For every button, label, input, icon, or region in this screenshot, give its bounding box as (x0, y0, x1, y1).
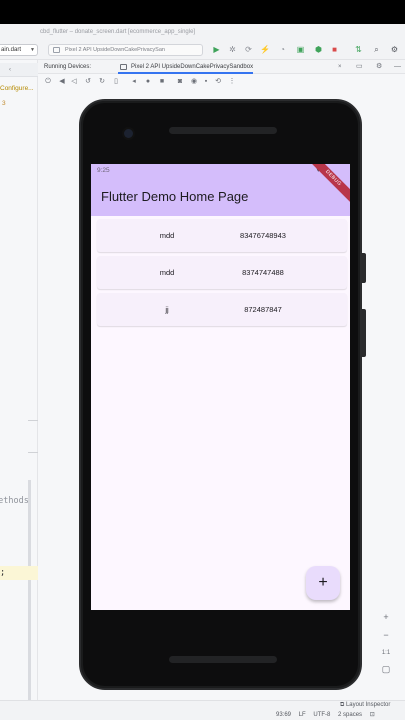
status-bar: ⧉ Layout Inspector 93:69 LF UTF-8 2 spac… (0, 700, 405, 720)
close-tab-icon[interactable]: × (338, 60, 342, 74)
profile-icon[interactable]: ◔ (278, 45, 287, 54)
window-title: cbd_flutter – donate_screen.dart [ecomme… (0, 24, 405, 40)
divider (28, 452, 38, 453)
screen-record-icon[interactable]: ◉ (190, 77, 198, 86)
status-info: 93:69 LF UTF-8 2 spaces ⊡ (276, 711, 381, 718)
zoom-fit-icon[interactable]: ▢ (379, 662, 393, 676)
volume-up-icon[interactable]: ◀ (58, 77, 66, 86)
line-number: 3 (2, 100, 6, 107)
snapshot-icon[interactable]: ⟲ (214, 77, 222, 86)
git-icon[interactable]: ⇅ (354, 45, 363, 54)
layout-inspector-label: Layout Inspector (345, 702, 391, 708)
top-speaker (169, 127, 277, 134)
rotate-left-icon[interactable]: ↺ (84, 77, 92, 86)
status-time: 9:25 (97, 167, 110, 174)
volume-side-button[interactable] (362, 309, 366, 357)
app-bar: Flutter Demo Home Page (91, 178, 350, 216)
zoom-controls: + − 1:1 ▢ (375, 604, 405, 700)
rotate-right-icon[interactable]: ↻ (98, 77, 106, 86)
code-text: methods (0, 496, 29, 506)
item-phone: 8374747488 (242, 268, 284, 277)
power-side-button[interactable] (362, 253, 366, 283)
stop-icon[interactable]: ■ (330, 45, 339, 54)
window-restore-icon[interactable]: ▭ (356, 60, 363, 74)
volume-down-icon[interactable]: ◁ (70, 77, 78, 86)
overview-icon[interactable]: ■ (158, 77, 166, 86)
minimize-icon[interactable]: — (394, 60, 401, 74)
front-camera (124, 129, 133, 138)
item-phone: 83476748943 (240, 231, 286, 240)
editor-tab-strip: ‹ (0, 63, 38, 77)
chevron-down-icon: ▼ (30, 47, 35, 53)
indent-setting[interactable]: 2 spaces (338, 712, 362, 718)
home-icon[interactable]: ● (144, 77, 152, 86)
back-icon[interactable]: ◂ (130, 77, 138, 86)
file-encoding[interactable]: UTF-8 (313, 712, 330, 718)
device-select-label: Pixel 2 API UpsideDownCakePrivacySan (65, 47, 165, 53)
zoom-out-button[interactable]: − (379, 628, 393, 642)
main-toolbar: ain.dart ▼ Pixel 2 API UpsideDownCakePri… (0, 40, 405, 60)
contact-list: mdd 83476748943 mdd 8374747488 jj 872487… (97, 219, 347, 330)
device-select[interactable]: Pixel 2 API UpsideDownCakePrivacySan (48, 44, 203, 56)
debug-icon[interactable]: ✲ (228, 45, 237, 54)
screen-recording-frame: cbd_flutter – donate_screen.dart [ecomme… (0, 0, 405, 720)
list-item[interactable]: jj 872487847 (97, 293, 347, 326)
device-manager-icon[interactable]: ▣ (296, 45, 305, 54)
add-fab-button[interactable]: + (306, 566, 340, 600)
phone-icon (120, 64, 127, 70)
item-name: mdd (159, 231, 175, 240)
lock-icon[interactable]: ⊡ (370, 712, 375, 718)
layout-inspector-link[interactable]: ⧉ Layout Inspector (340, 702, 390, 709)
chevron-left-icon[interactable]: ‹ (9, 67, 11, 73)
power-icon[interactable]: ⏻ (44, 77, 52, 86)
line-ending[interactable]: LF (299, 712, 306, 718)
tab-label: Pixel 2 API UpsideDownCakePrivacySandbox (131, 64, 254, 70)
editor-scrollbar[interactable] (28, 480, 31, 720)
item-phone: 872487847 (244, 305, 282, 314)
emulated-phone: 9:25 ▾ Flutter Demo Home Page DEBUG mdd … (79, 99, 366, 690)
item-name: mdd (159, 268, 175, 277)
search-icon[interactable]: ⌕ (372, 45, 381, 54)
running-devices-bar: Running Devices: Pixel 2 API UpsideDownC… (38, 60, 405, 74)
running-devices-label: Running Devices: (44, 64, 92, 70)
run-icon[interactable]: ▶ (212, 45, 221, 54)
configure-link[interactable]: Configure... (0, 82, 38, 96)
item-name: jj (165, 305, 169, 314)
sdk-manager-icon[interactable]: ⬢ (314, 45, 323, 54)
zoom-in-button[interactable]: + (379, 610, 393, 624)
file-tab-label: ain.dart (1, 47, 22, 53)
tab-pixel-2-device[interactable]: Pixel 2 API UpsideDownCakePrivacySandbox (118, 60, 254, 74)
cursor-position[interactable]: 93:69 (276, 712, 291, 718)
page-title: Flutter Demo Home Page (101, 189, 249, 204)
list-item[interactable]: mdd 8374747488 (97, 256, 347, 289)
file-tab-select[interactable]: ain.dart ▼ (0, 44, 38, 56)
phone-icon (53, 47, 60, 53)
list-item[interactable]: mdd 83476748943 (97, 219, 347, 252)
more-options-icon[interactable]: ⋮ (228, 77, 236, 86)
camera-icon[interactable]: ▪ (202, 77, 210, 86)
divider (28, 420, 38, 421)
emulator-toolbar: ⏻ ◀ ◁ ↺ ↻ ▯ ◂ ● ■ ◙ ◉ ▪ ⟲ ⋮ (38, 75, 405, 89)
gear-icon[interactable]: ⚙ (390, 45, 399, 54)
code-highlighted-line: )); (0, 566, 38, 580)
attach-icon[interactable]: ⚡ (260, 45, 270, 54)
zoom-actual-size-button[interactable]: 1:1 (379, 646, 393, 660)
hot-reload-icon[interactable]: ⟳ (244, 45, 253, 54)
code-editor-edge: ‹ Configure... 3 methods )); (0, 60, 38, 720)
bottom-speaker (169, 656, 277, 663)
android-status-bar: 9:25 ▾ (91, 164, 350, 178)
gear-icon[interactable]: ⚙ (376, 60, 382, 74)
app-screen: 9:25 ▾ Flutter Demo Home Page DEBUG mdd … (91, 164, 350, 610)
fold-icon[interactable]: ▯ (112, 77, 120, 86)
screenshot-icon[interactable]: ◙ (176, 77, 184, 86)
